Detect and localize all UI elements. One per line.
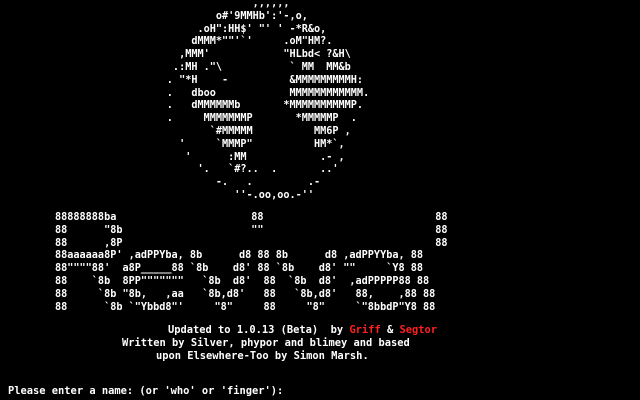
terminal-screen: ,,,,,, o#'9MMHb':'-,o, .oH":HH$' "' ' -*…	[0, 0, 640, 400]
credits-based-line: upon Elsewhere-Too by Simon Marsh.	[156, 349, 369, 362]
credits-written-line: Written by Silver, phypor and blimey and…	[122, 336, 410, 349]
credits-ampersand: &	[380, 324, 400, 336]
credits-author-segtor: Segtor	[399, 324, 438, 336]
revive-banner-ascii-art: 88888888ba 88 88 88 "8b "" 88 88 ,8P 88 …	[55, 212, 448, 313]
globe-ascii-art: ,,,,,, o#'9MMHb':'-,o, .oH":HH$' "' ' -*…	[166, 0, 370, 201]
login-prompt[interactable]: Please enter a name: (or 'who' or 'finge…	[8, 385, 289, 397]
credits-updated-text: Updated to 1.0.13 (Beta) by	[168, 324, 350, 336]
credits-author-griff: Griff	[349, 324, 381, 336]
input-cursor[interactable]	[283, 385, 289, 396]
login-prompt-text: Please enter a name: (or 'who' or 'finge…	[8, 385, 284, 397]
credits-updated-line: Updated to 1.0.13 (Beta) by Griff & Segt…	[168, 324, 437, 337]
